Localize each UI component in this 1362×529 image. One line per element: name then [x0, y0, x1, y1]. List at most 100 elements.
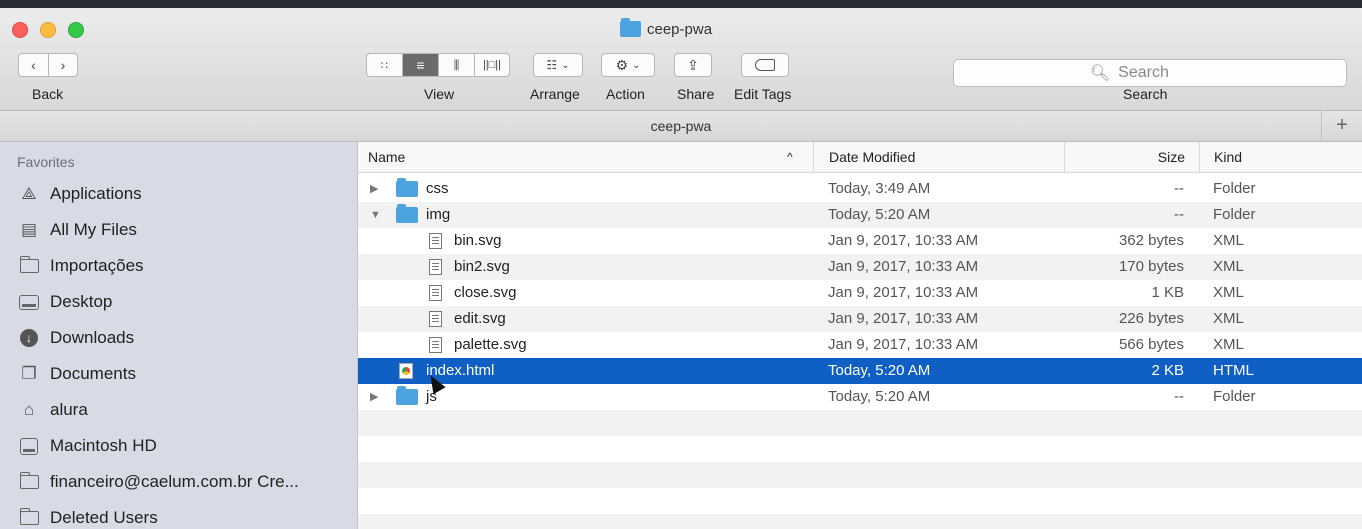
sidebar-item-macintosh-hd[interactable]: Macintosh HD — [18, 432, 157, 460]
share-button[interactable]: ⇪ — [674, 53, 712, 77]
arrange-group: ☷ ⌄ — [533, 53, 583, 77]
path-bar: ceep-pwa + — [0, 111, 1362, 142]
home-icon: ⌂ — [23, 400, 35, 419]
action-label: Action — [606, 86, 645, 102]
file-date: Today, 5:20 AM — [828, 388, 931, 405]
file-kind: Folder — [1213, 388, 1256, 405]
file-kind: XML — [1213, 232, 1244, 249]
document-icon — [429, 233, 442, 249]
file-name: bin.svg — [454, 232, 502, 249]
hard-disk-icon — [18, 437, 40, 455]
new-tab-button[interactable]: + — [1321, 111, 1362, 141]
file-kind: XML — [1213, 336, 1244, 353]
sidebar-item-alura[interactable]: ⌂ alura — [18, 396, 88, 424]
sidebar-item-label: Macintosh HD — [50, 436, 157, 455]
close-window-button[interactable] — [12, 22, 28, 38]
file-date: Jan 9, 2017, 10:33 AM — [828, 232, 979, 249]
list-view-button[interactable]: ≡ — [402, 53, 438, 77]
sidebar-item-importacoes[interactable]: Importações — [18, 252, 144, 280]
file-list: Name ^ Date Modified Size Kind ▶ css Tod… — [358, 142, 1362, 529]
zoom-window-button[interactable] — [68, 22, 84, 38]
view-mode-group: ∷ ≡ ⫼ ||□|| — [366, 53, 510, 77]
column-name[interactable]: Name — [368, 142, 405, 172]
disclosure-right-icon[interactable]: ▶ — [370, 176, 378, 202]
column-kind[interactable]: Kind — [1199, 142, 1242, 172]
file-size: -- — [1174, 388, 1184, 405]
table-row[interactable]: bin2.svg Jan 9, 2017, 10:33 AM 170 bytes… — [358, 254, 1362, 280]
document-icon — [429, 285, 442, 301]
disclosure-right-icon[interactable]: ▶ — [370, 384, 378, 410]
arrange-button[interactable]: ☷ ⌄ — [533, 53, 583, 77]
cover-flow-icon: ||□|| — [482, 59, 502, 71]
search-input[interactable] — [1116, 63, 1211, 83]
forward-button[interactable]: › — [48, 53, 78, 77]
file-size: 2 KB — [1151, 362, 1184, 379]
file-name: close.svg — [454, 284, 517, 301]
sidebar-item-applications[interactable]: ⟁ Applications — [18, 180, 141, 208]
file-date: Jan 9, 2017, 10:33 AM — [828, 310, 979, 327]
file-size: 566 bytes — [1118, 336, 1184, 353]
column-date-modified[interactable]: Date Modified — [813, 142, 915, 172]
document-icon — [429, 337, 442, 353]
file-name: edit.svg — [454, 310, 506, 327]
table-row[interactable]: bin.svg Jan 9, 2017, 10:33 AM 362 bytes … — [358, 228, 1362, 254]
table-row[interactable]: ▼ img Today, 5:20 AM -- Folder — [358, 202, 1362, 228]
back-button[interactable]: ‹ — [18, 53, 48, 77]
table-row[interactable]: close.svg Jan 9, 2017, 10:33 AM 1 KB XML — [358, 280, 1362, 306]
sidebar-item-label: Downloads — [50, 328, 135, 347]
search-label: Search — [1123, 86, 1168, 102]
file-size: 226 bytes — [1118, 310, 1184, 327]
column-size[interactable]: Size — [1064, 142, 1185, 172]
view-label: View — [424, 86, 455, 102]
columns-icon: ⫼ — [453, 57, 460, 72]
sidebar-item-desktop[interactable]: Desktop — [18, 288, 112, 316]
table-row[interactable]: palette.svg Jan 9, 2017, 10:33 AM 566 by… — [358, 332, 1362, 358]
file-kind: XML — [1213, 258, 1244, 275]
cover-flow-button[interactable]: ||□|| — [474, 53, 510, 77]
sidebar-item-label: All My Files — [50, 220, 137, 239]
action-button[interactable]: ⚙ ⌄ — [601, 53, 655, 77]
back-forward-group: ‹ › — [18, 53, 78, 77]
arrange-label: Arrange — [530, 86, 580, 102]
screen-edge — [0, 0, 1362, 8]
sidebar-item-label: Importações — [50, 256, 144, 275]
action-group: ⚙ ⌄ — [601, 53, 655, 77]
share-group: ⇪ — [674, 53, 712, 77]
edit-tags-label: Edit Tags — [734, 86, 792, 102]
sidebar-item-downloads[interactable]: ↓ Downloads — [18, 324, 134, 352]
folder-icon — [18, 256, 40, 275]
table-row[interactable]: edit.svg Jan 9, 2017, 10:33 AM 226 bytes… — [358, 306, 1362, 332]
sidebar-item-deleted-users[interactable]: Deleted Users — [18, 504, 158, 529]
window-title-text: ceep-pwa — [647, 20, 713, 38]
folder-icon — [620, 18, 641, 37]
file-date: Jan 9, 2017, 10:33 AM — [828, 284, 979, 301]
table-row[interactable]: ▶ css Today, 3:49 AM -- Folder — [358, 176, 1362, 202]
sort-ascending-icon: ^ — [787, 150, 793, 164]
folder-icon — [396, 386, 418, 405]
folder-icon — [18, 472, 40, 491]
sidebar-item-all-my-files[interactable]: ▤ All My Files — [18, 216, 137, 244]
file-name: img — [426, 206, 451, 223]
window-title: ceep-pwa — [620, 18, 712, 40]
disclosure-down-icon[interactable]: ▼ — [370, 202, 381, 228]
share-icon: ⇪ — [687, 56, 699, 73]
table-row[interactable]: ▶ js Today, 5:20 AM -- Folder — [358, 384, 1362, 410]
arrange-grid-icon: ☷ — [546, 58, 558, 72]
chevron-down-icon: ⌄ — [561, 59, 570, 71]
icon-view-button[interactable]: ∷ — [366, 53, 402, 77]
tag-icon — [755, 59, 775, 71]
folder-icon — [396, 204, 418, 223]
sidebar-item-financeiro[interactable]: financeiro@caelum.com.br Cre... — [18, 468, 299, 496]
document-icon — [429, 311, 442, 327]
edit-tags-button[interactable] — [741, 53, 789, 77]
table-row-selected[interactable]: index.html Today, 5:20 AM 2 KB HTML — [358, 358, 1362, 384]
share-label: Share — [677, 86, 715, 102]
sidebar-item-documents[interactable]: ❐ Documents — [18, 360, 136, 388]
file-date: Today, 5:20 AM — [828, 362, 931, 379]
column-view-button[interactable]: ⫼ — [438, 53, 474, 77]
finder-window: ceep-pwa ‹ › Back ∷ ≡ ⫼ ||□|| View ☷ ⌄ A… — [0, 0, 1362, 529]
file-date: Today, 5:20 AM — [828, 206, 931, 223]
file-kind: HTML — [1213, 362, 1254, 379]
minimize-window-button[interactable] — [40, 22, 56, 38]
search-field[interactable]: 🔍︎ — [953, 59, 1347, 87]
